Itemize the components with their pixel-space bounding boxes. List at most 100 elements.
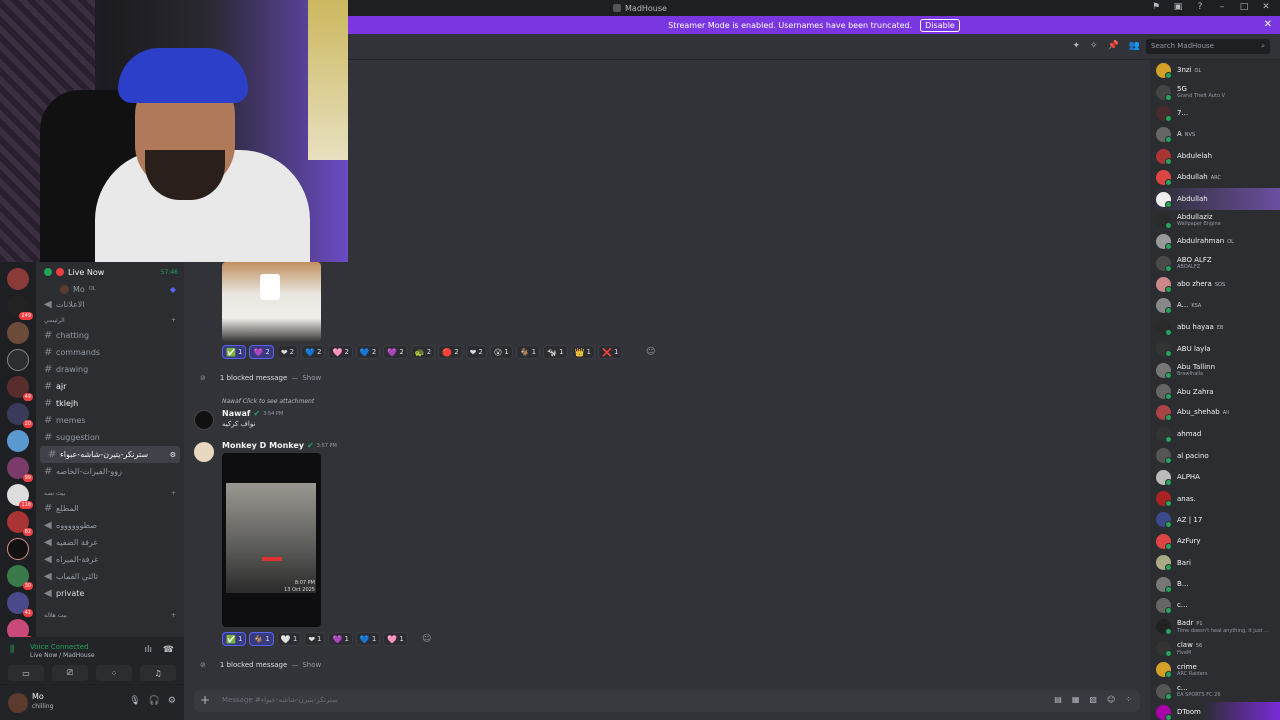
attach-plus-icon[interactable]: + [200, 693, 210, 707]
reaction-button[interactable]: 💜 2 [249, 345, 274, 359]
member-item[interactable]: Abu_shehab All [1150, 402, 1280, 423]
channel-commands[interactable]: # commands [36, 344, 184, 361]
reaction-button[interactable]: ✅ 1 [222, 345, 247, 359]
settings-icon[interactable]: ⚙ [168, 696, 176, 706]
members-icon[interactable]: 👥 [1129, 41, 1140, 51]
member-item[interactable]: 7... [1150, 103, 1280, 124]
add-reaction-icon[interactable]: ☺ [422, 634, 431, 644]
avatar[interactable] [194, 442, 214, 462]
channel-private[interactable]: ◀ private [36, 585, 184, 602]
member-item[interactable]: c... EA SPORTS FC 26 [1150, 680, 1280, 701]
reaction-button[interactable]: ❤ 2 [276, 345, 299, 359]
channel-voice[interactable]: ◀ ثالثي القماب [36, 568, 184, 585]
reaction-button[interactable]: 🐐 1 [515, 345, 541, 359]
server-icon[interactable]: 249 [7, 295, 33, 320]
member-item[interactable]: ALPHA [1150, 466, 1280, 487]
channel-private-rooms[interactable]: # زوو-الفيرات-الخاصه [36, 463, 184, 480]
soundboard-button[interactable]: ♫ [140, 665, 176, 681]
category-header[interactable]: بيت هلاله + [36, 608, 184, 622]
message-composer[interactable]: + Message #سترنكر-يتيرن-شاشه-عبواء ▤ ▦ ▧… [194, 690, 1140, 712]
help-icon[interactable]: ? [1194, 2, 1206, 12]
channel-ajr[interactable]: # ajr [36, 378, 184, 395]
image-attachment[interactable] [222, 262, 321, 342]
reaction-button[interactable]: ✅ 1 [222, 632, 247, 646]
member-item[interactable]: abu hayaa EB [1150, 317, 1280, 338]
member-item[interactable]: Abu Zahra [1150, 381, 1280, 402]
member-item[interactable]: Abu Tallinn Brawlhalla [1150, 359, 1280, 380]
sticker-icon[interactable]: ▧ [1089, 695, 1097, 704]
reaction-button[interactable]: 🔴 2 [438, 345, 463, 359]
show-blocked-link[interactable]: Show [302, 374, 321, 382]
reaction-button[interactable]: ❤ 2 [465, 345, 487, 359]
member-item[interactable]: crime ARC Raiders [1150, 659, 1280, 680]
server-icon[interactable] [7, 430, 29, 452]
member-item[interactable]: DToom [1150, 701, 1280, 720]
reaction-button[interactable]: 🐐 1 [249, 632, 274, 646]
server-icon[interactable]: 99 [7, 457, 33, 482]
member-item[interactable]: anas. [1150, 488, 1280, 509]
member-item[interactable]: AZ | 17 [1150, 509, 1280, 530]
server-icon[interactable]: 20 [7, 403, 33, 428]
channel-announcements[interactable]: ◀ الاعلانات [36, 296, 184, 313]
add-channel-icon[interactable]: + [171, 490, 176, 497]
reaction-button[interactable]: ❤ 1 [304, 632, 326, 646]
server-icon[interactable] [7, 349, 29, 371]
server-icon[interactable] [7, 268, 29, 290]
server-icon[interactable] [7, 538, 29, 560]
add-reaction-icon[interactable]: ☺ [646, 347, 655, 357]
member-item[interactable]: Abdulrahman OL [1150, 231, 1280, 252]
category-header[interactable]: بيت نصه + [36, 486, 184, 500]
member-item[interactable]: abo zhera SOS [1150, 274, 1280, 295]
screen-share-button[interactable]: ⎚ [52, 665, 88, 681]
channel-suggestion[interactable]: # suggestion [36, 429, 184, 446]
show-blocked-link[interactable]: Show [302, 661, 321, 669]
reaction-button[interactable]: 🐢 2 [410, 345, 436, 359]
voice-channel-live[interactable]: Live Now 57:46 [36, 262, 184, 282]
reaction-button[interactable]: 🩷 2 [328, 345, 353, 359]
member-item[interactable]: Badr P1 Time doesn't heal anything, it jus… [1150, 616, 1280, 637]
channel-active[interactable]: # سترنكر-يتيرن-شاشه-عبواء ⚙ [40, 446, 180, 463]
pin-icon[interactable]: 📌 [1108, 41, 1119, 51]
noise-icon[interactable]: ılı [144, 645, 152, 655]
search-input[interactable]: Search MadHouse ⌕ [1146, 39, 1270, 54]
disable-streamer-button[interactable]: Disable [920, 18, 960, 32]
channel-memes[interactable]: # memes [36, 412, 184, 429]
member-item[interactable]: claw 56 FiveM [1150, 638, 1280, 659]
gift-icon[interactable]: ▤ [1054, 695, 1062, 704]
member-item[interactable]: 3nzi OL [1150, 60, 1280, 81]
server-icon[interactable]: 118 [7, 484, 33, 509]
close-banner-icon[interactable]: ✕ [1264, 19, 1272, 30]
maximize-icon[interactable]: □ [1238, 2, 1250, 12]
member-item[interactable]: ABO ALFZ ABOALFZ [1150, 253, 1280, 274]
reply-preview[interactable]: Nawaf Click to see attachment [222, 398, 314, 405]
message-author[interactable]: Monkey D Monkey ✔ 3:57 PM [222, 441, 337, 450]
server-icon[interactable]: 82 [7, 511, 33, 536]
member-item[interactable]: Abdullah ARC [1150, 167, 1280, 188]
member-item[interactable]: ABU layla [1150, 338, 1280, 359]
member-item[interactable]: al pacino [1150, 445, 1280, 466]
category-header[interactable]: الرئيسي + [36, 313, 184, 327]
microphone-icon[interactable]: 🎙 [129, 696, 140, 706]
monitor-icon[interactable]: ▣ [1172, 2, 1184, 12]
add-channel-icon[interactable]: + [171, 612, 176, 619]
server-icon[interactable] [7, 322, 29, 344]
emoji-icon[interactable]: ☺ [1107, 695, 1115, 704]
close-window-icon[interactable]: ✕ [1260, 2, 1272, 12]
member-item[interactable]: A... KSA [1150, 295, 1280, 316]
reaction-button[interactable]: 🐄 1 [543, 345, 568, 359]
settings-icon[interactable]: ⚙ [170, 451, 176, 459]
avatar[interactable] [8, 693, 28, 713]
disconnect-icon[interactable]: ☎ [163, 645, 174, 655]
voice-connected-sub[interactable]: Live Now / MadHouse [30, 652, 95, 659]
server-icon[interactable]: 41 [7, 592, 33, 617]
member-item[interactable]: A NVS [1150, 124, 1280, 145]
member-item[interactable]: 5G Grand Theft Auto V [1150, 81, 1280, 102]
reaction-button[interactable]: ❌ 1 [597, 345, 623, 359]
reaction-button[interactable]: 💙 2 [301, 345, 326, 359]
member-item[interactable]: Abdullah [1150, 188, 1280, 210]
reaction-button[interactable]: 😮 1 [489, 345, 513, 359]
threads-icon[interactable]: ✦ [1072, 41, 1080, 51]
channel-voice[interactable]: ◀ صطووووووه [36, 517, 184, 534]
channel-drawing[interactable]: # drawing [36, 361, 184, 378]
reaction-button[interactable]: 💜 2 [383, 345, 408, 359]
